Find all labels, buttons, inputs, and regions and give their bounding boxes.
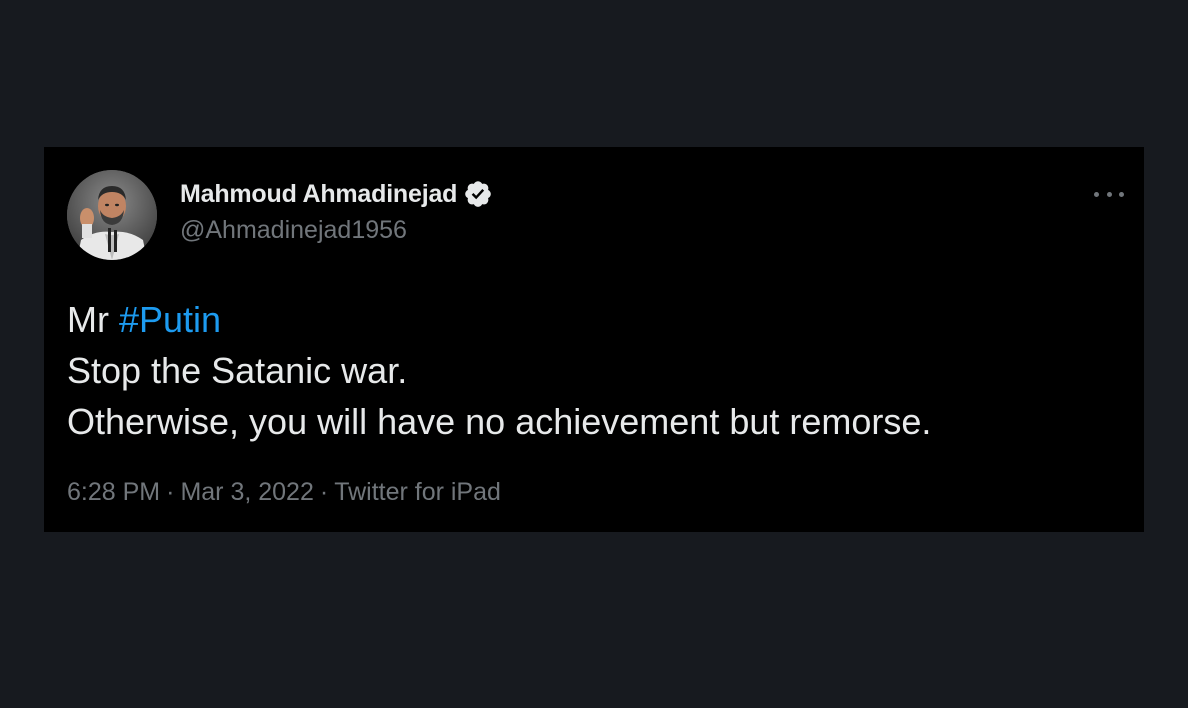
meta-separator: · — [319, 478, 329, 506]
tweet-text: Mr #Putin Stop the Satanic war. Otherwis… — [67, 294, 931, 447]
tweet-line-1-prefix: Mr — [67, 299, 109, 340]
avatar[interactable] — [67, 170, 157, 260]
tweet-metadata: 6:28 PM · Mar 3, 2022 · Twitter for iPad — [67, 478, 501, 507]
more-horizontal-icon — [1094, 191, 1099, 197]
more-horizontal-icon — [1119, 191, 1124, 197]
tweet-line-3: Otherwise, you will have no achievement … — [67, 401, 932, 442]
hashtag-link[interactable]: #Putin — [119, 299, 221, 340]
tweet-date[interactable]: Mar 3, 2022 — [180, 478, 313, 506]
tweet-time[interactable]: 6:28 PM — [67, 478, 160, 506]
tweet-card: Mahmoud Ahmadinejad @Ahmadinejad1956 Mr … — [44, 147, 1144, 532]
avatar-photo — [67, 170, 157, 260]
verified-badge-icon — [463, 179, 493, 209]
more-horizontal-icon — [1106, 191, 1112, 197]
tweet-line-2: Stop the Satanic war. — [67, 350, 408, 391]
tweet-source-link[interactable]: Twitter for iPad — [334, 478, 501, 506]
more-options-button[interactable] — [1094, 181, 1124, 207]
author-name-row[interactable]: Mahmoud Ahmadinejad — [180, 177, 493, 211]
tweet-line-1: Mr #Putin — [67, 294, 931, 345]
author-display-name[interactable]: Mahmoud Ahmadinejad — [180, 180, 457, 209]
meta-separator: · — [166, 478, 175, 506]
author-handle[interactable]: @Ahmadinejad1956 — [180, 216, 407, 245]
